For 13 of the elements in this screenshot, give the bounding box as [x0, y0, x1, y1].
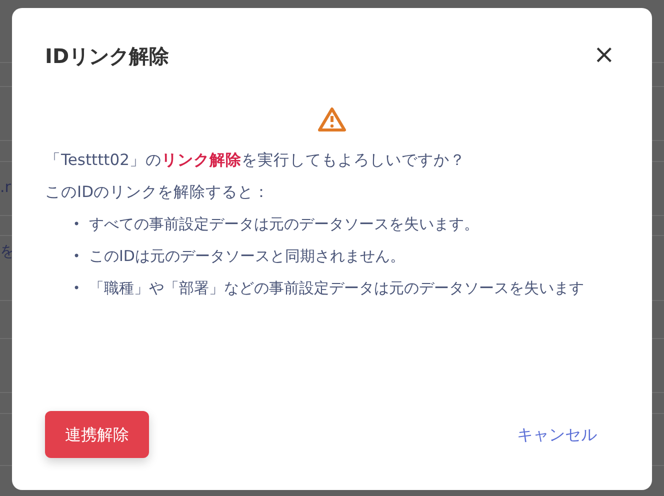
- bullet: •: [73, 216, 82, 233]
- cancel-link[interactable]: キャンセル: [495, 422, 619, 446]
- warning-icon: [317, 106, 347, 132]
- list-item: すべての事前設定データは元のデータソースを失います。: [89, 214, 479, 235]
- confirm-question: 「Testttt02」のリンク解除を実行してもよろしいですか？: [45, 150, 466, 171]
- bullet: •: [73, 248, 82, 265]
- close-button[interactable]: ×: [589, 42, 619, 68]
- list-item: このIDは元のデータソースと同期されません。: [89, 246, 405, 267]
- unlink-button[interactable]: 連携解除: [45, 411, 149, 458]
- list-item: 「職種」や「部署」などの事前設定データは元のデータソースを失います: [89, 278, 584, 299]
- dialog-title: IDリンク解除: [45, 43, 170, 70]
- bullet: •: [73, 280, 82, 297]
- intro-text: このIDのリンクを解除すると：: [45, 182, 271, 203]
